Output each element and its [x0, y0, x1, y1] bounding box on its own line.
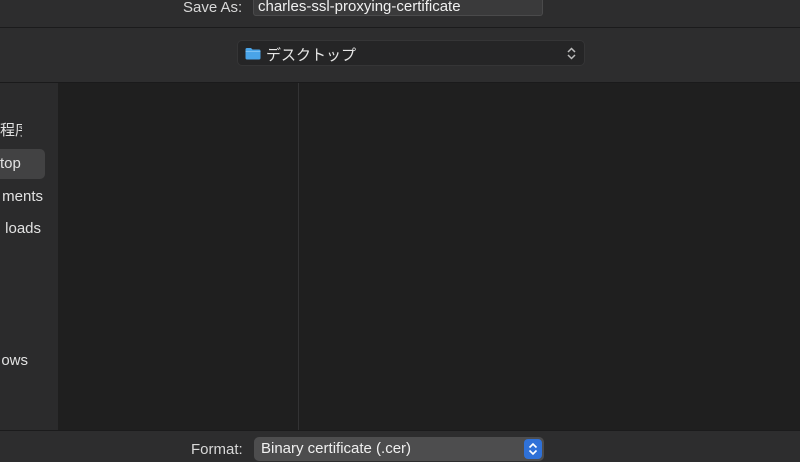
sidebar-item-downloads[interactable]: loads	[0, 214, 41, 244]
file-name-input[interactable]: charles-ssl-proxying-certificate	[253, 0, 543, 16]
sidebar-item-documents[interactable]: ments	[0, 182, 43, 212]
save-as-label: Save As:	[183, 0, 243, 16]
sidebar-item-windows[interactable]: ows	[0, 346, 28, 376]
sidebar-item-programs[interactable]: 程序	[0, 116, 22, 146]
column-divider[interactable]	[298, 83, 299, 430]
sidebar-item-label: loads	[5, 220, 41, 237]
location-popup[interactable]: デスクトップ	[237, 40, 585, 66]
sidebar-item-label: 程序	[0, 122, 22, 139]
file-browser[interactable]	[58, 83, 800, 430]
sidebar-item-desktop[interactable]: top	[0, 149, 45, 179]
chevron-up-down-icon	[567, 47, 576, 65]
folder-icon	[245, 47, 261, 65]
format-value: Binary certificate (.cer)	[261, 440, 412, 457]
location-label: デスクトップ	[266, 46, 357, 64]
format-select[interactable]: Binary certificate (.cer)	[254, 437, 544, 461]
sidebar-item-label: ments	[2, 188, 43, 205]
sidebar-item-label: top	[0, 155, 21, 172]
sidebar-item-label: ows	[1, 352, 28, 369]
format-label: Format:	[191, 441, 243, 458]
select-stepper	[524, 439, 542, 459]
sidebar: 程序 top ments loads ows	[0, 83, 58, 430]
